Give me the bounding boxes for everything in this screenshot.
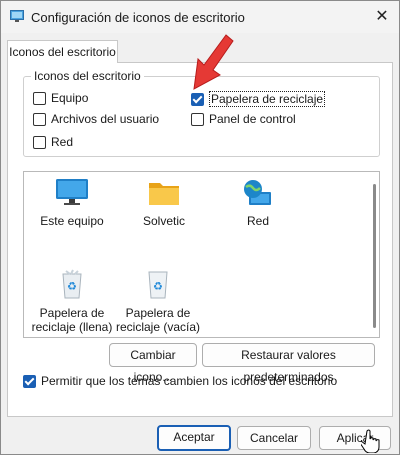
checkbox-box[interactable] [33, 135, 46, 149]
checkbox-label: Papelera de reciclaje [209, 91, 326, 107]
change-icon-button[interactable]: Cambiar icono... [109, 343, 197, 384]
scrollbar-thumb[interactable] [373, 184, 376, 328]
close-icon: ✕ [375, 8, 389, 25]
checkbox-archivos-del-usuario[interactable]: Archivos del usuario [33, 112, 159, 126]
icon-label: Este equipo [40, 214, 104, 228]
icon-item-solvetic[interactable]: Solvetic [116, 178, 212, 228]
recycle-bin-empty-icon: ♻ [148, 271, 168, 299]
close-button[interactable]: ✕ [367, 3, 397, 31]
checkbox-papelera-de-reciclaje[interactable]: Papelera de reciclaje [191, 91, 326, 107]
hand-cursor-icon [361, 429, 380, 453]
recycle-bin-full-icon: ♻ [62, 269, 82, 299]
accept-button[interactable]: Aceptar [157, 425, 231, 451]
svg-text:♻: ♻ [153, 280, 163, 293]
cancel-button[interactable]: Cancelar [237, 426, 311, 450]
folder-icon [149, 183, 179, 205]
checkbox-box-checked[interactable] [191, 92, 204, 106]
checkbox-box-checked[interactable] [23, 374, 36, 388]
checkbox-label: Panel de control [209, 112, 296, 126]
icon-label: Papelera de reciclaje (llena) [31, 306, 113, 334]
checkbox-panel-de-control[interactable]: Panel de control [191, 112, 296, 126]
checkbox-red[interactable]: Red [33, 135, 73, 149]
window-title: Configuración de iconos de escritorio [31, 10, 245, 25]
icon-item-este-equipo[interactable]: Este equipo [24, 178, 120, 228]
tab-iconos-del-escritorio[interactable]: Iconos del escritorio [7, 40, 118, 63]
icon-item-red[interactable]: Red [210, 178, 306, 228]
icon-item-papelera-llena[interactable]: ♻ Papelera de reciclaje (llena) [24, 268, 120, 334]
checkbox-box[interactable] [191, 112, 204, 126]
checkbox-box[interactable] [33, 91, 46, 105]
icon-list[interactable]: Este equipo Solvetic Red ♻ Papelera de r… [23, 171, 380, 338]
icon-label: Red [246, 214, 269, 228]
title-bar: Configuración de iconos de escritorio ✕ [1, 1, 399, 33]
monitor-icon [56, 179, 88, 205]
checkbox-label: Permitir que los temas cambien los icono… [41, 374, 338, 388]
dialog-window: Configuración de iconos de escritorio ✕ … [0, 0, 400, 455]
checkbox-label: Red [51, 135, 74, 149]
network-globe-icon [244, 180, 271, 205]
desktop-settings-icon [10, 10, 24, 22]
checkbox-label: Archivos del usuario [51, 112, 160, 126]
icon-label: Solvetic [142, 214, 186, 228]
checkbox-allow-themes[interactable]: Permitir que los temas cambien los icono… [23, 374, 337, 388]
checkbox-label: Equipo [51, 91, 89, 105]
checkbox-equipo[interactable]: Equipo [33, 91, 88, 105]
svg-text:♻: ♻ [67, 280, 77, 293]
icon-label: Papelera de reciclaje (vacía) [115, 306, 201, 334]
icon-item-papelera-vacia[interactable]: ♻ Papelera de reciclaje (vacía) [110, 268, 206, 334]
checkbox-box[interactable] [33, 112, 46, 126]
restore-defaults-button[interactable]: Restaurar valores predeterminados [202, 343, 375, 384]
group-legend: Iconos del escritorio [31, 69, 144, 83]
annotation-arrow-icon [193, 34, 234, 90]
